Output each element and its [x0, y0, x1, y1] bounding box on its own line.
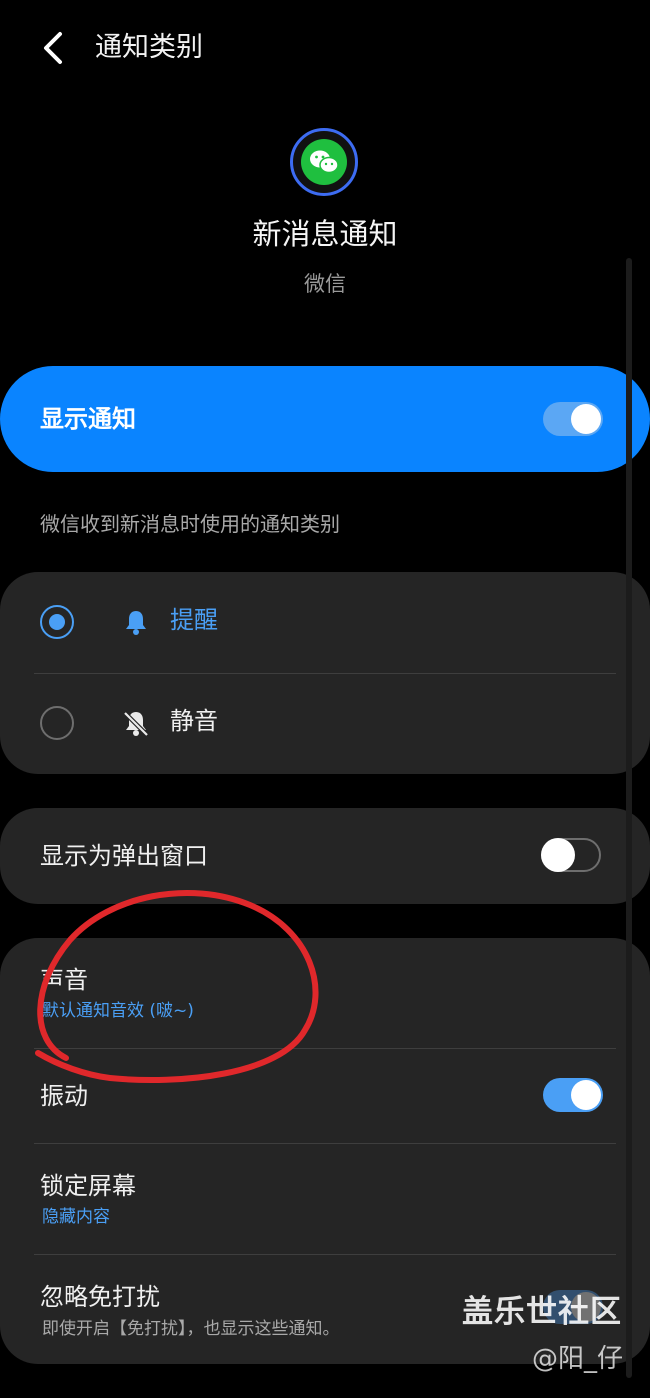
bell-icon [122, 608, 150, 640]
alert-radio[interactable] [40, 605, 74, 639]
sound-value: 默认通知音效 (啵~) [42, 1001, 194, 1021]
lock-screen-value: 隐藏内容 [42, 1207, 110, 1227]
silent-radio[interactable] [40, 706, 74, 740]
watermark-author: @阳_仔 [532, 1344, 624, 1374]
option-alert-label: 提醒 [170, 606, 218, 634]
bell-off-icon [122, 709, 150, 741]
app-name: 微信 [304, 272, 346, 296]
dnd-label: 忽略免打扰 [40, 1283, 160, 1311]
category-description: 微信收到新消息时使用的通知类别 [40, 512, 340, 536]
option-alert[interactable] [0, 572, 650, 673]
back-arrow-icon [44, 32, 62, 64]
popup-label: 显示为弹出窗口 [40, 842, 208, 870]
show-notifications-switch[interactable] [543, 402, 603, 436]
show-notifications-label: 显示通知 [40, 405, 136, 433]
popup-switch[interactable] [541, 838, 601, 872]
sound-row[interactable] [0, 938, 650, 1048]
option-silent[interactable] [0, 674, 650, 774]
scrollbar[interactable] [626, 258, 632, 1378]
channel-name: 新消息通知 [252, 217, 398, 251]
lock-screen-label: 锁定屏幕 [40, 1172, 136, 1200]
vibration-switch[interactable] [543, 1078, 603, 1112]
watermark-site: 盖乐世社区 [462, 1294, 622, 1330]
option-silent-label: 静音 [170, 707, 218, 735]
back-button[interactable] [38, 28, 74, 68]
sound-label: 声音 [40, 966, 88, 994]
dnd-description: 即使开启【免打扰】，也显示这些通知。 [42, 1319, 340, 1339]
wechat-icon [290, 128, 358, 196]
page-title: 通知类别 [95, 32, 203, 63]
vibration-label: 振动 [40, 1082, 88, 1110]
